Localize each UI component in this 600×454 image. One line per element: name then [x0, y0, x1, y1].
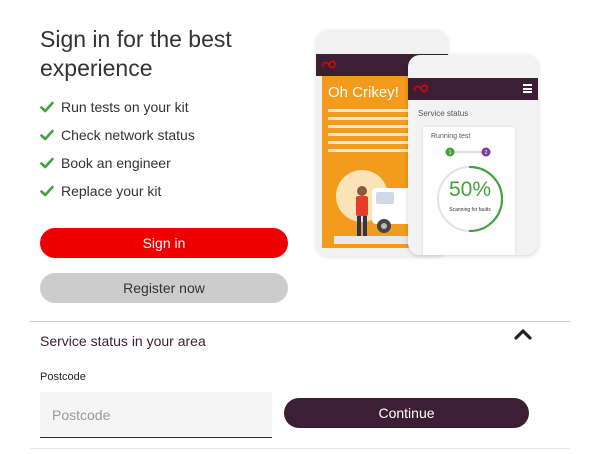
sign-in-button[interactable]: Sign in: [40, 228, 288, 258]
engineer-van-illustration: [334, 170, 414, 244]
benefit-item: Check network status: [40, 121, 195, 149]
postcode-input[interactable]: [40, 392, 272, 438]
test-steps-indicator: 1 2: [445, 147, 491, 157]
benefit-label: Run tests on your kit: [61, 99, 189, 115]
step-from-label: 1: [449, 150, 452, 156]
green-check-icon: [40, 129, 54, 141]
brand-logo-icon: [414, 84, 428, 93]
running-test-label: Running test: [431, 133, 471, 140]
brand-logo-icon: [322, 60, 336, 69]
test-progress-card: Running test 1 2 50% Scanning for faults: [423, 127, 515, 255]
green-check-icon: [40, 157, 54, 169]
benefit-item: Run tests on your kit: [40, 93, 195, 121]
benefit-label: Replace your kit: [61, 183, 162, 199]
green-check-icon: [40, 185, 54, 197]
phone-app-bar: [408, 78, 538, 100]
page-headline: Sign in for the best experience: [40, 26, 232, 81]
benefit-label: Check network status: [61, 127, 195, 143]
green-check-icon: [40, 101, 54, 113]
continue-button[interactable]: Continue: [284, 398, 529, 428]
progress-gauge: 50% Scanning for faults: [435, 164, 505, 234]
progress-caption: Scanning for faults: [449, 207, 491, 213]
phone-illustration-front: Service status Running test 1 2 50% Scan…: [408, 55, 538, 255]
menu-icon: [523, 84, 532, 93]
postcode-label: Postcode: [40, 371, 86, 383]
step-to-label: 2: [485, 150, 488, 156]
collapse-chevron-up-icon[interactable]: [512, 325, 534, 343]
progress-percent: 50%: [448, 178, 492, 201]
section-bottom-border: [30, 448, 570, 449]
service-status-heading[interactable]: Service status in your area: [40, 333, 206, 349]
benefits-list: Run tests on your kit Check network stat…: [40, 93, 195, 205]
section-divider: [30, 321, 570, 322]
benefit-label: Book an engineer: [61, 155, 171, 171]
benefit-item: Replace your kit: [40, 177, 195, 205]
benefit-item: Book an engineer: [40, 149, 195, 177]
phone-service-status-title: Service status: [418, 109, 469, 118]
register-now-button[interactable]: Register now: [40, 273, 288, 303]
